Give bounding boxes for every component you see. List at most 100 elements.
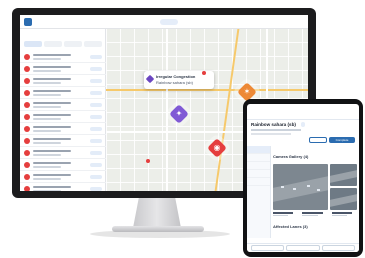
event-detail-line (33, 94, 61, 96)
event-title-line (33, 126, 71, 128)
highway-road (214, 29, 240, 191)
event-list-item[interactable] (20, 99, 106, 111)
monitor-stand-neck (133, 198, 181, 228)
event-list-item[interactable] (20, 87, 106, 99)
event-list-item[interactable] (20, 159, 106, 171)
event-type-icon (24, 54, 30, 60)
event-side-panel (20, 29, 106, 191)
marketing-composite: Irregular Congestion Rainbow sahara (sb)… (0, 0, 365, 258)
event-meta-line (251, 129, 301, 131)
side-nav-item[interactable] (247, 154, 270, 162)
event-title-line (33, 66, 71, 68)
event-type-icon (24, 162, 30, 168)
event-list-item[interactable] (20, 51, 106, 63)
camera-gallery-heading[interactable]: Camera Gallery (4) (273, 154, 308, 159)
event-action-button[interactable] (90, 175, 102, 179)
event-list (20, 51, 106, 191)
event-type-icon (24, 126, 30, 132)
event-action-button[interactable] (90, 103, 102, 107)
app-logo-icon (24, 18, 32, 26)
camera-gallery (273, 164, 357, 210)
event-detail-line (33, 166, 61, 168)
footer-action-button[interactable] (321, 245, 355, 251)
complete-button[interactable]: Complete (329, 137, 355, 143)
camera-caption (273, 212, 298, 218)
panel-filter-tabs (24, 41, 102, 47)
side-nav-item[interactable] (247, 162, 270, 170)
event-title-line (33, 174, 71, 176)
event-list-item[interactable] (20, 123, 106, 135)
event-detail-line (33, 130, 61, 132)
event-type-icon (24, 66, 30, 72)
panel-tab[interactable] (44, 41, 62, 47)
event-detail-line (33, 118, 61, 120)
event-title-line (33, 90, 71, 92)
event-type-icon (24, 138, 30, 144)
event-type-icon (24, 78, 30, 84)
event-list-item[interactable] (20, 147, 106, 159)
event-action-button[interactable] (90, 139, 102, 143)
congestion-glyph-icon: ✦ (175, 109, 183, 118)
event-detail-line (33, 142, 61, 144)
camera-caption (331, 212, 357, 218)
event-meta-line (251, 133, 291, 135)
footer-action-button[interactable] (286, 245, 320, 251)
event-action-button[interactable] (90, 55, 102, 59)
event-action-button[interactable] (90, 127, 102, 131)
affected-lanes-heading[interactable]: Affected Lanes (3) (273, 224, 308, 229)
event-marker-dot[interactable] (146, 159, 150, 163)
event-list-item[interactable] (20, 111, 106, 123)
camera-thumbnail[interactable] (273, 164, 329, 210)
event-list-item[interactable] (20, 135, 106, 147)
event-type-icon (24, 114, 30, 120)
event-list-item[interactable] (20, 63, 106, 75)
event-title-line (33, 114, 71, 116)
highway-road (106, 89, 308, 91)
camera-thumbnail[interactable] (330, 188, 357, 210)
event-type-icon (24, 90, 30, 96)
event-title-line (33, 138, 71, 140)
tooltip-subtitle: Rainbow sahara (sb) (156, 80, 193, 85)
event-type-icon (24, 174, 30, 180)
event-action-button[interactable] (90, 79, 102, 83)
camera-caption (302, 212, 327, 218)
event-title-line (33, 162, 71, 164)
top-nav-tab[interactable] (140, 19, 156, 25)
event-action-button[interactable] (90, 67, 102, 71)
event-detail-line (33, 190, 61, 191)
event-marker-dot[interactable] (202, 71, 206, 75)
event-action-button[interactable] (90, 91, 102, 95)
app-header (20, 15, 308, 29)
event-action-button[interactable] (90, 187, 102, 191)
event-title-line (33, 78, 71, 80)
panel-tab[interactable] (84, 41, 102, 47)
event-list-item[interactable] (20, 75, 106, 87)
side-nav-item[interactable] (247, 178, 270, 186)
event-title: Rainbow sahara (sb) (251, 122, 296, 127)
top-nav-tab-active[interactable] (160, 19, 178, 25)
tablet-device: Rainbow sahara (sb) Complete Camera Gall… (243, 99, 363, 257)
event-list-item[interactable] (20, 183, 106, 191)
congestion-icon (145, 74, 155, 84)
event-action-button[interactable] (90, 151, 102, 155)
footer-action-button[interactable] (251, 245, 285, 251)
tablet-action-footer (247, 243, 359, 252)
construction-glyph-icon: ✶ (243, 87, 251, 96)
street-road (166, 29, 168, 191)
camera-thumbnail[interactable] (330, 164, 357, 186)
event-detail-line (33, 70, 61, 72)
event-action-button[interactable] (90, 115, 102, 119)
edit-button[interactable] (309, 137, 327, 143)
event-status-badge (301, 122, 305, 127)
side-nav-item[interactable] (247, 146, 270, 154)
panel-tab[interactable] (24, 41, 42, 47)
event-type-icon (24, 102, 30, 108)
panel-tab[interactable] (64, 41, 82, 47)
camera-captions (273, 212, 357, 218)
event-list-item[interactable] (20, 171, 106, 183)
event-detail-line (33, 106, 61, 108)
side-nav-item[interactable] (247, 170, 270, 178)
event-title-line (33, 150, 71, 152)
event-action-button[interactable] (90, 163, 102, 167)
event-detail-line (33, 178, 61, 180)
